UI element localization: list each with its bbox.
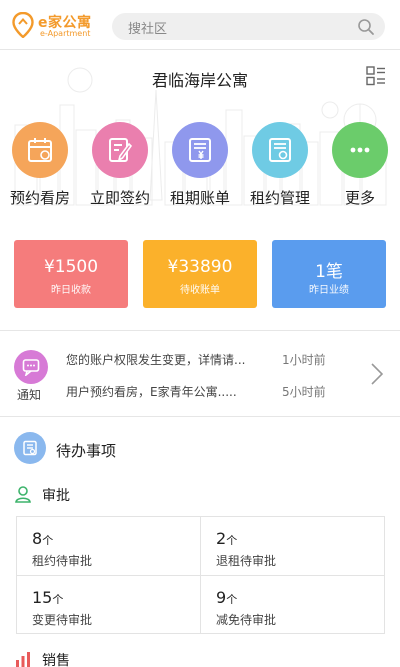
approval-label: 减免待审批 <box>216 613 277 627</box>
todo-title: 待办事项 <box>56 442 117 460</box>
count-value: 2 <box>216 529 227 548</box>
quick-action-circle <box>332 122 388 178</box>
notice-label: 通知 <box>17 388 42 402</box>
app-logo[interactable]: e家公寓 e-Apartment <box>12 10 92 42</box>
divider <box>0 330 400 331</box>
count-unit: 个 <box>226 534 238 547</box>
message-icon <box>22 359 40 376</box>
approval-label: 租约待审批 <box>32 554 93 568</box>
sales-chart-icon <box>16 652 30 667</box>
approval-grid: 8个 租约待审批 2个 退租待审批 15个 变更待审批 9个 减免待审批 <box>16 516 385 634</box>
quick-action-circle <box>92 122 148 178</box>
approval-count: 8个 <box>32 529 53 548</box>
quick-action-rent-bill[interactable]: 租期账单 <box>160 122 240 212</box>
stat-value: ¥33890 <box>167 257 233 277</box>
approval-count: 2个 <box>216 529 237 548</box>
search-input[interactable]: 搜社区 <box>112 13 385 40</box>
quick-action-book-viewing[interactable]: 预约看房 <box>0 122 80 212</box>
count-unit: 个 <box>226 593 238 606</box>
quick-action-circle <box>252 122 308 178</box>
notice-message[interactable]: 用户预约看房，E家青年公寓..... <box>66 383 266 400</box>
quick-action-label: 租期账单 <box>169 189 230 207</box>
contract-icon <box>269 138 291 162</box>
count-value: 9 <box>216 588 227 607</box>
user-icon <box>15 486 31 503</box>
top-bar: e家公寓 e-Apartment 搜社区 <box>0 0 400 52</box>
todo-badge <box>14 432 46 464</box>
count-unit: 个 <box>52 593 64 606</box>
stat-card-yesterday-received[interactable]: ¥1500 昨日收款 <box>14 240 128 308</box>
quick-action-label: 立即签约 <box>89 189 150 207</box>
stat-value: 1笔 <box>315 262 343 282</box>
more-icon <box>350 147 370 153</box>
approval-count: 15个 <box>32 588 63 607</box>
approval-label: 变更待审批 <box>32 613 93 627</box>
approval-label: 退租待审批 <box>216 554 277 568</box>
calendar-icon <box>28 138 52 162</box>
chevron-right-icon[interactable] <box>370 362 384 386</box>
quick-action-label: 租约管理 <box>249 189 310 207</box>
count-value: 15 <box>32 588 53 607</box>
approval-count: 9个 <box>216 588 237 607</box>
logo-pin-icon <box>12 12 34 38</box>
grid-menu-icon[interactable] <box>366 66 386 86</box>
stat-card-pending-bills[interactable]: ¥33890 待收账单 <box>143 240 257 308</box>
approval-section-title: 审批 <box>42 488 70 504</box>
pen-doc-icon <box>109 138 133 162</box>
bill-icon <box>189 138 211 162</box>
hero-section: 君临海岸公寓 预约看房 立即签约 租期账单 租约管理 更多 <box>0 50 400 220</box>
approval-cell-change[interactable]: 15个 变更待审批 <box>17 576 201 634</box>
count-value: 8 <box>32 529 43 548</box>
stat-value: ¥1500 <box>43 257 99 277</box>
quick-action-more[interactable]: 更多 <box>320 122 400 212</box>
count-unit: 个 <box>42 534 54 547</box>
stat-label: 待收账单 <box>180 285 220 296</box>
notice-time: 1小时前 <box>282 353 326 367</box>
stat-label: 昨日收款 <box>51 285 91 296</box>
notice-time: 5小时前 <box>282 385 326 399</box>
stat-card-yesterday-performance[interactable]: 1笔 昨日业绩 <box>272 240 386 308</box>
quick-action-circle <box>12 122 68 178</box>
stat-label: 昨日业绩 <box>309 285 349 296</box>
approval-cell-checkout[interactable]: 2个 退租待审批 <box>201 517 385 575</box>
approval-cell-lease[interactable]: 8个 租约待审批 <box>17 517 201 575</box>
quick-action-sign-now[interactable]: 立即签约 <box>80 122 160 212</box>
approval-cell-waiver[interactable]: 9个 减免待审批 <box>201 576 385 634</box>
search-icon[interactable] <box>357 18 375 36</box>
logo-subtitle: e-Apartment <box>40 29 91 38</box>
community-title: 君临海岸公寓 <box>151 71 248 90</box>
notice-message[interactable]: 您的账户权限发生变更，详情请... <box>66 351 266 368</box>
notice-badge <box>14 350 48 384</box>
quick-action-circle <box>172 122 228 178</box>
quick-action-lease-management[interactable]: 租约管理 <box>240 122 320 212</box>
quick-action-label: 更多 <box>344 189 375 207</box>
todo-list-icon <box>23 440 37 456</box>
search-placeholder: 搜社区 <box>128 22 168 37</box>
divider <box>0 416 400 417</box>
sales-section-title: 销售 <box>42 653 70 667</box>
